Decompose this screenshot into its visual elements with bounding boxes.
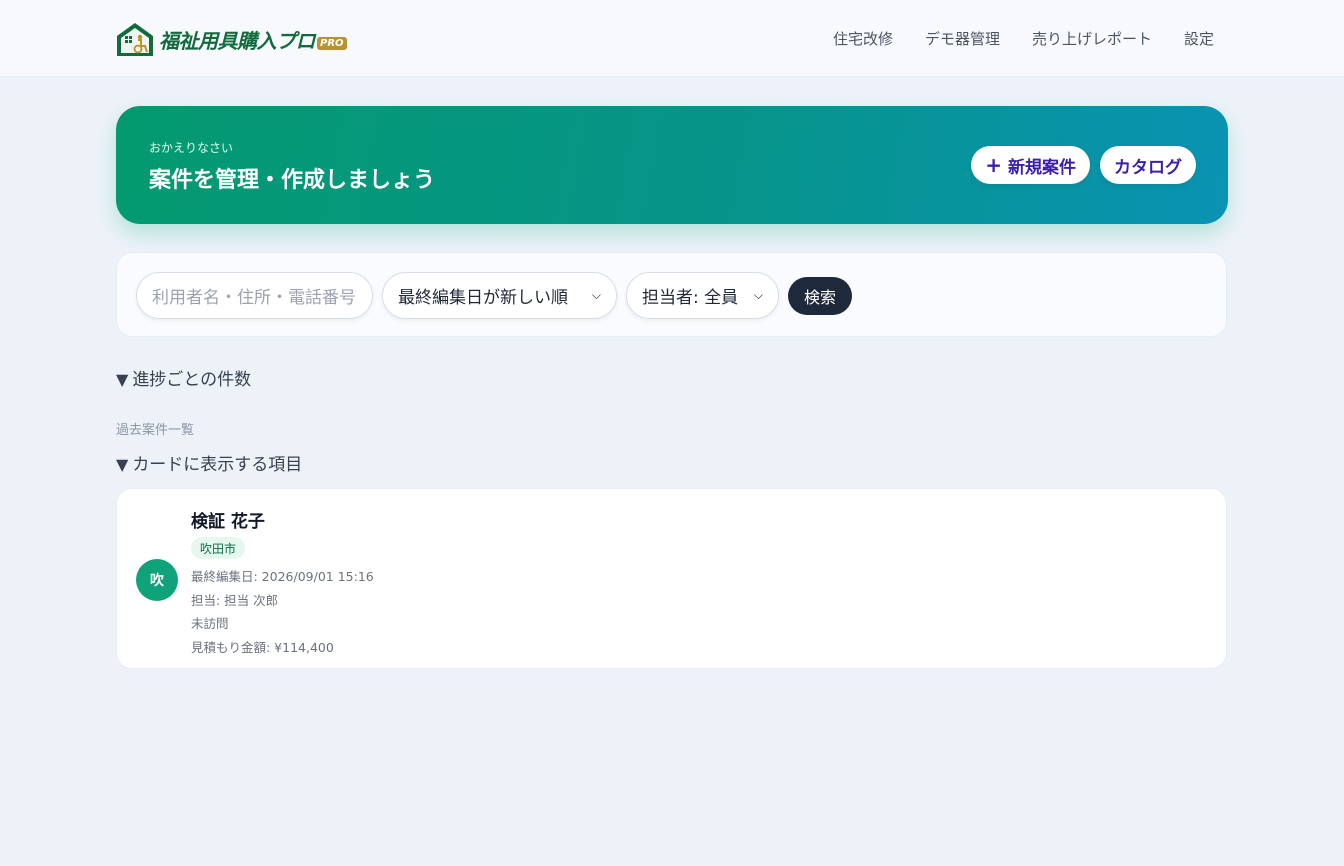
search-panel: 利用者名・住所・電話番号 最終編集日が新しい順 ⌵ 担当者: 全員 ⌵ 検索 — [116, 252, 1227, 337]
new-case-button[interactable]: + 新規案件 — [971, 146, 1090, 184]
banner-actions: + 新規案件 カタログ — [971, 146, 1196, 184]
triangle-down-icon: ▼ — [116, 455, 129, 474]
chevron-down-icon: ⌵ — [591, 288, 601, 302]
nav-home-renovation[interactable]: 住宅改修 — [833, 28, 893, 49]
case-client-name: 検証 花子 — [191, 512, 265, 532]
case-list-label: 過去案件一覧 — [116, 423, 195, 438]
card-fields-toggle[interactable]: ▼ カードに表示する項目 — [116, 450, 302, 475]
triangle-down-icon: ▼ — [116, 370, 129, 389]
staff-select[interactable]: 担当者: 全員 ⌵ — [626, 272, 779, 319]
sort-select-value: 最終編集日が新しい順 — [398, 288, 568, 308]
assigned-staff: 担当: 担当 次郎 — [191, 593, 279, 608]
app-logo[interactable]: 福祉用具購入プロ PRO — [116, 22, 347, 56]
top-nav: 住宅改修 デモ器管理 売り上げレポート 設定 — [833, 28, 1214, 49]
progress-summary-toggle[interactable]: ▼ 進捗ごとの件数 — [116, 365, 251, 390]
search-input[interactable]: 利用者名・住所・電話番号 — [136, 272, 373, 319]
staff-select-value: 担当者: 全員 — [642, 288, 739, 308]
sort-select[interactable]: 最終編集日が新しい順 ⌵ — [382, 272, 617, 319]
house-with-wheelchair-icon — [117, 23, 153, 56]
chevron-down-icon: ⌵ — [753, 288, 763, 302]
welcome-title: 案件を管理・作成しましょう — [149, 168, 436, 193]
case-card[interactable]: 吹 検証 花子 吹田市 最終編集日: 2026/09/01 15:16 担当: … — [116, 488, 1227, 669]
logo-text: 福祉用具購入プロ — [159, 28, 316, 53]
welcome-subtitle: おかえりなさい — [149, 141, 234, 155]
catalog-button[interactable]: カタログ — [1100, 146, 1196, 184]
nav-sales-report[interactable]: 売り上げレポート — [1032, 28, 1152, 49]
catalog-label: カタログ — [1114, 157, 1182, 178]
progress-summary-label: 進捗ごとの件数 — [132, 370, 252, 390]
estimate-amount: 見積もり金額: ¥114,400 — [191, 640, 334, 655]
city-badge: 吹田市 — [191, 537, 246, 559]
new-case-label: 新規案件 — [1008, 157, 1076, 178]
last-edited: 最終編集日: 2026/09/01 15:16 — [191, 569, 374, 584]
logo-pro-badge: PRO — [317, 36, 347, 50]
avatar: 吹 — [136, 559, 178, 601]
card-fields-label: カードに表示する項目 — [132, 455, 303, 475]
nav-demo-equipment[interactable]: デモ器管理 — [925, 28, 1000, 49]
search-placeholder: 利用者名・住所・電話番号 — [152, 288, 356, 308]
app-header: 福祉用具購入プロ PRO 住宅改修 デモ器管理 売り上げレポート 設定 — [0, 0, 1344, 77]
visit-status: 未訪問 — [191, 616, 229, 631]
welcome-banner: おかえりなさい 案件を管理・作成しましょう + 新規案件 カタログ — [116, 106, 1228, 224]
search-button[interactable]: 検索 — [788, 277, 852, 315]
plus-icon: + — [985, 153, 1002, 177]
nav-settings[interactable]: 設定 — [1184, 28, 1214, 49]
